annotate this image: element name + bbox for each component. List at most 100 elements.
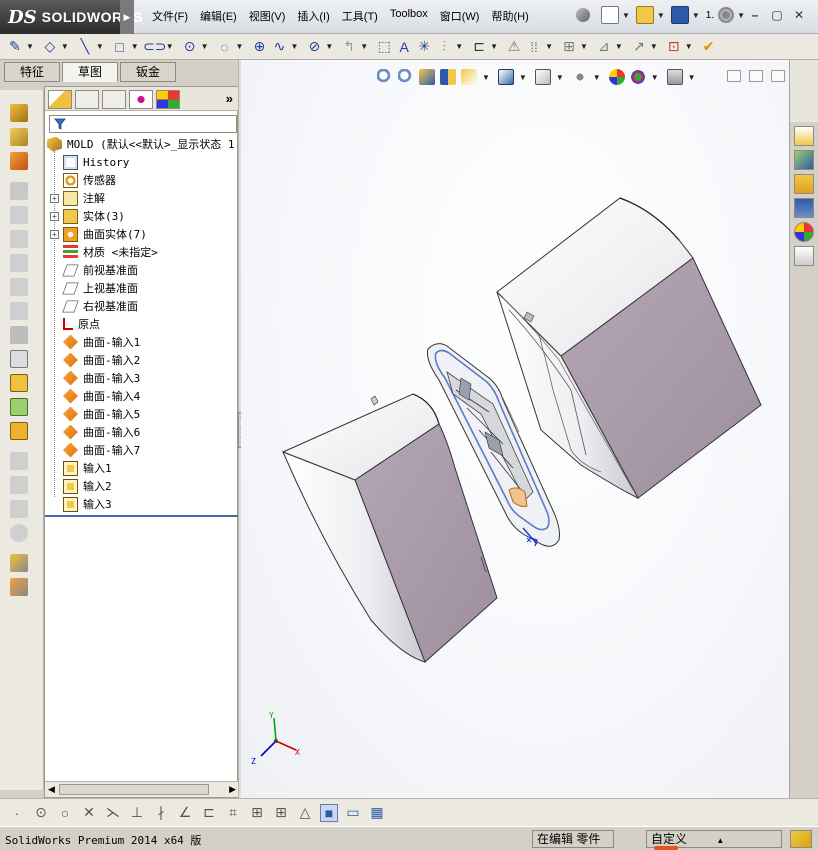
polygon-icon[interactable]: ⊕ xyxy=(250,38,268,56)
instant2d-icon[interactable]: ✔ xyxy=(700,38,718,56)
tree-node-17[interactable]: 输入1 xyxy=(63,459,112,477)
measure-grid-icon[interactable]: ⊞ xyxy=(272,804,290,822)
rib-icon[interactable] xyxy=(10,326,28,344)
configurationmanager-tab-icon[interactable] xyxy=(102,90,126,109)
scale-icon[interactable] xyxy=(10,500,28,518)
tangent-icon[interactable]: ⋋ xyxy=(104,804,122,822)
shell-icon[interactable] xyxy=(10,302,28,320)
tree-node-8[interactable]: 右视基准面 xyxy=(62,297,138,315)
tree-node-10[interactable]: 曲面-输入1 xyxy=(63,333,140,351)
draft-icon[interactable] xyxy=(10,452,28,470)
repair-sketch-icon[interactable]: ↗ xyxy=(630,38,648,56)
tab-sketch[interactable]: 草图 xyxy=(62,62,118,82)
file-explorer-icon[interactable] xyxy=(794,174,814,194)
panel-divider[interactable] xyxy=(45,515,239,517)
line-icon[interactable]: ╲ xyxy=(76,38,94,56)
close-button[interactable]: ✕ xyxy=(788,8,810,22)
tree-node-11[interactable]: 曲面-输入2 xyxy=(63,351,140,369)
ellipse-icon[interactable]: ⊘ xyxy=(305,38,323,56)
tree-node-4[interactable]: 曲面实体(7) xyxy=(63,225,147,243)
menu-edit[interactable]: 编辑(E) xyxy=(200,8,237,24)
view-palette-icon[interactable] xyxy=(794,198,814,218)
plane-sketch-icon[interactable]: ⬚ xyxy=(375,38,393,56)
sketch-icon[interactable]: ✎ xyxy=(6,38,24,56)
tree-horizontal-scrollbar[interactable]: ◀ ▶ xyxy=(45,781,239,797)
dimxpert-tab-icon[interactable] xyxy=(129,90,153,109)
split-line-icon[interactable] xyxy=(10,476,28,494)
linear-pattern-icon[interactable]: ⁞⁞ xyxy=(525,38,543,56)
tree-node-19[interactable]: 输入3 xyxy=(63,495,112,513)
menu-window[interactable]: 窗口(W) xyxy=(440,8,480,24)
cut-extrude-icon[interactable] xyxy=(10,206,28,224)
display-manager-tab-icon[interactable] xyxy=(156,90,180,109)
sweep-icon[interactable] xyxy=(10,152,28,170)
tree-node-6[interactable]: 前视基准面 xyxy=(62,261,138,279)
propertymanager-tab-icon[interactable] xyxy=(75,90,99,109)
tooling-split-icon[interactable] xyxy=(10,554,28,572)
quick-tool-label[interactable]: 1. xyxy=(706,10,714,21)
units-arrow-icon[interactable]: ▲ xyxy=(716,836,724,845)
open-folder-icon[interactable] xyxy=(635,6,654,24)
pin-icon[interactable] xyxy=(576,8,590,22)
intersection-icon[interactable]: ✕ xyxy=(80,804,98,822)
slot-icon[interactable]: ⊂⊃ xyxy=(143,38,166,56)
reference-geometry-icon[interactable] xyxy=(10,350,28,368)
display-relations-icon[interactable]: ⊿ xyxy=(595,38,613,56)
tree-expand-icon[interactable]: + xyxy=(50,212,59,221)
snap-line-icon[interactable]: ∤ xyxy=(152,804,170,822)
tree-node-3[interactable]: 实体(3) xyxy=(63,207,125,225)
dimension-grid-icon[interactable]: ⊞ xyxy=(248,804,266,822)
solidworks-logo[interactable]: DS SOLIDWORKS ▶ xyxy=(0,0,143,34)
rectangle-icon[interactable]: □ xyxy=(111,38,129,56)
extrude-icon[interactable] xyxy=(10,104,28,122)
menu-insert[interactable]: 插入(I) xyxy=(297,8,329,24)
options-gear-icon[interactable] xyxy=(718,7,735,23)
custom-properties-icon[interactable] xyxy=(794,246,814,266)
tree-node-16[interactable]: 曲面-输入7 xyxy=(63,441,140,459)
cavity-icon[interactable] xyxy=(10,398,28,416)
tab-features[interactable]: 特征 xyxy=(4,62,60,82)
chamfer-icon[interactable] xyxy=(10,278,28,296)
fillet-icon[interactable]: ↰ xyxy=(340,38,358,56)
scroll-thumb[interactable] xyxy=(59,784,209,795)
tree-node-12[interactable]: 曲面-输入3 xyxy=(63,369,140,387)
appearances-scenes-icon[interactable] xyxy=(794,222,814,242)
tree-node-9[interactable]: 原点 xyxy=(63,315,100,333)
circle-3pt-icon[interactable]: ○ xyxy=(56,804,74,822)
core-icon[interactable] xyxy=(10,578,28,596)
mold-part-icon[interactable] xyxy=(10,374,28,392)
save-icon[interactable] xyxy=(670,6,689,24)
offset-icon[interactable]: ⚠ xyxy=(505,38,523,56)
angle-snap-icon[interactable]: ∠ xyxy=(176,804,194,822)
menu-toolbox[interactable]: Toolbox xyxy=(390,8,428,24)
tree-node-14[interactable]: 曲面-输入5 xyxy=(63,405,140,423)
circle-icon[interactable]: ⊙ xyxy=(181,38,199,56)
revolve-icon[interactable] xyxy=(10,128,28,146)
tree-node-13[interactable]: 曲面-输入4 xyxy=(63,387,140,405)
spline-icon[interactable]: ∿ xyxy=(270,38,288,56)
quadrant-icon[interactable]: ⌗ xyxy=(224,804,242,822)
tree-filter-input[interactable] xyxy=(49,115,237,133)
smart-dimension-icon[interactable]: ◇ xyxy=(41,38,59,56)
arc-icon[interactable]: ◌ xyxy=(216,38,234,56)
point-icon[interactable]: ✳ xyxy=(415,38,433,56)
rapid-sketch-icon[interactable]: ⊡ xyxy=(665,38,683,56)
convert-entities-icon[interactable]: ⊏ xyxy=(470,38,488,56)
menu-help[interactable]: 帮助(H) xyxy=(491,8,528,24)
fillet-feature-icon[interactable] xyxy=(10,254,28,272)
menu-expand-icon[interactable]: ▶ xyxy=(120,0,134,34)
design-library-icon[interactable] xyxy=(794,150,814,170)
tree-expand-icon[interactable]: + xyxy=(50,230,59,239)
scroll-right-icon[interactable]: ▶ xyxy=(229,784,236,795)
new-document-icon[interactable] xyxy=(601,6,619,24)
featuremanager-tab-icon[interactable] xyxy=(48,90,72,109)
tree-node-7[interactable]: 上视基准面 xyxy=(62,279,138,297)
tree-expand-icon[interactable]: + xyxy=(50,194,59,203)
loft-icon[interactable] xyxy=(10,182,28,200)
scroll-left-icon[interactable]: ◀ xyxy=(48,784,55,795)
rebuild-tag-icon[interactable] xyxy=(790,830,812,848)
tree-node-15[interactable]: 曲面-输入6 xyxy=(63,423,140,441)
cut-revolve-icon[interactable] xyxy=(10,230,28,248)
text-icon[interactable]: A xyxy=(395,38,413,56)
point-tool-icon[interactable]: · xyxy=(8,804,26,822)
